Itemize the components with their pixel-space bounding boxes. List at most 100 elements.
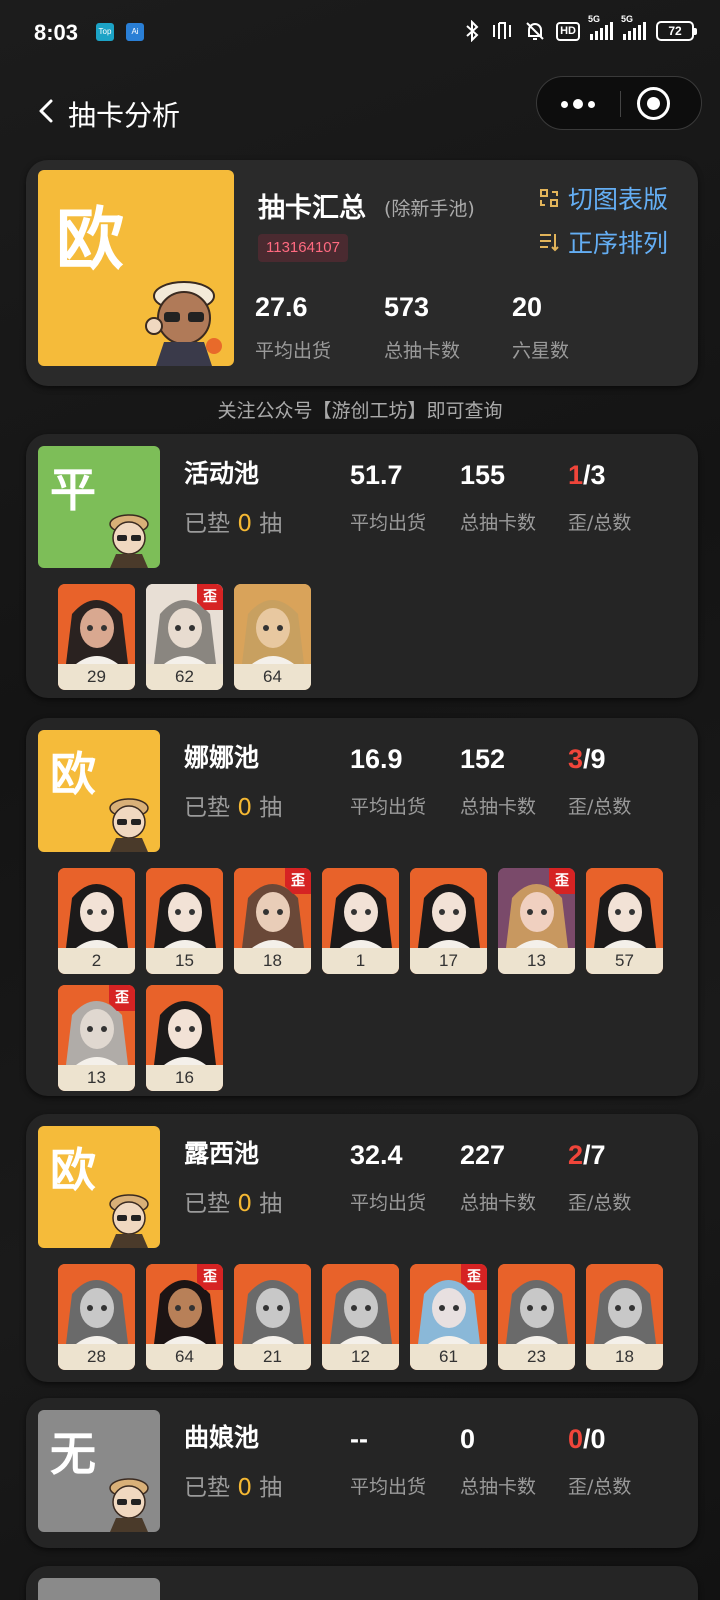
pity-count: 0 xyxy=(237,1475,252,1501)
mute-bell-icon xyxy=(526,22,544,40)
character-card[interactable]: 64 歪 xyxy=(146,1264,223,1370)
pool-loss-count: 0 xyxy=(568,1424,584,1454)
toggle-chart-view-button[interactable]: 切图表版 xyxy=(538,180,668,216)
network-type-label-2: 5G xyxy=(621,14,634,24)
pool-grade-badge: 欧 xyxy=(38,730,160,852)
character-card[interactable]: 18 歪 xyxy=(234,868,311,974)
bluetooth-icon xyxy=(466,20,479,42)
follow-notice: 关注公众号【游创工坊】即可查询 xyxy=(217,400,503,422)
status-time: 8:03 xyxy=(34,20,79,45)
pool-loss-label: 歪/总数 xyxy=(568,1476,632,1498)
character-portrait xyxy=(146,868,223,948)
pool-avg-label: 平均出货 xyxy=(350,1192,427,1214)
character-pull-count: 15 xyxy=(146,948,223,974)
pool-card-next xyxy=(26,1566,698,1600)
pool-grade-badge: 欧 xyxy=(38,1126,160,1248)
chibi-mascot-icon xyxy=(109,1194,149,1248)
pool-card-quniang: 无 曲娘池 已垫 0 抽 -- 平均出货 0 总抽卡数 0/0 歪/总数 xyxy=(26,1398,698,1548)
character-card[interactable]: 2 xyxy=(58,868,135,974)
character-pull-count: 18 xyxy=(234,948,311,974)
loss-badge: 歪 xyxy=(197,1264,223,1290)
app-notification-icon: Top xyxy=(96,23,114,41)
page-title: 抽卡分析 xyxy=(68,99,181,132)
character-card[interactable]: 18 xyxy=(586,1264,663,1370)
nav-bar: 抽卡分析 xyxy=(0,74,720,150)
more-button[interactable] xyxy=(537,77,619,131)
pool-grade-letter: 平 xyxy=(50,463,96,517)
summary-grade-badge: 欧 xyxy=(38,170,234,366)
more-dot-icon xyxy=(588,101,595,108)
character-portrait xyxy=(586,1264,663,1344)
character-pull-count: 1 xyxy=(322,948,399,974)
loss-badge: 歪 xyxy=(109,985,135,1011)
summary-total-label: 总抽卡数 xyxy=(384,340,461,362)
pool-grade-letter: 欧 xyxy=(50,1143,96,1197)
chibi-mascot-icon xyxy=(109,798,149,852)
pool-name: 曲娘池 xyxy=(184,1423,260,1452)
mini-program-capsule xyxy=(536,76,702,130)
pool-total-label: 总抽卡数 xyxy=(460,512,537,534)
pool-avg-label: 平均出货 xyxy=(350,1476,427,1498)
loss-badge: 歪 xyxy=(549,868,575,894)
character-card[interactable]: 21 xyxy=(234,1264,311,1370)
character-card[interactable]: 62 歪 xyxy=(146,584,223,690)
pool-total-value: 152 xyxy=(460,744,506,774)
character-pull-count: 28 xyxy=(58,1344,135,1370)
pity-count: 0 xyxy=(237,795,252,821)
character-pull-count: 18 xyxy=(586,1344,663,1370)
pool-total-label: 总抽卡数 xyxy=(460,1476,537,1498)
pool-card-nana: 欧娜娜池 已垫 0 抽 16.9 平均出货 152 总抽卡数 3/9 歪/总数 2 15 18 歪 1 1… xyxy=(26,718,698,1096)
character-card[interactable]: 1 xyxy=(322,868,399,974)
character-card[interactable]: 16 xyxy=(146,985,223,1091)
pity-prefix: 已垫 xyxy=(184,795,230,821)
pool-card-activity: 平 活动池 已垫 0 抽 51.7 平均出货 155 总抽卡数 1/3 歪/总数 29 62 歪 64 xyxy=(26,434,698,698)
character-card[interactable]: 29 xyxy=(58,584,135,690)
pool-avg-value: 51.7 xyxy=(350,460,403,490)
signal-icon-2: 5G xyxy=(621,14,646,40)
pool-loss-label: 歪/总数 xyxy=(568,796,632,818)
back-arrow-icon[interactable] xyxy=(32,96,62,126)
character-card[interactable]: 28 xyxy=(58,1264,135,1370)
more-dot-icon xyxy=(561,101,568,108)
pool-character-list: 28 64 歪 21 12 61 歪 23 18 xyxy=(58,1264,678,1370)
character-card[interactable]: 17 xyxy=(410,868,487,974)
close-miniprogram-icon[interactable] xyxy=(637,87,670,120)
character-portrait xyxy=(58,1264,135,1344)
chibi-mascot-icon xyxy=(109,1478,149,1532)
app-notification-icon-2: Ai xyxy=(126,23,144,41)
hd-badge: HD xyxy=(556,21,580,41)
sort-order-button[interactable]: 正序排列 xyxy=(538,224,668,260)
pool-grade-badge: 平 xyxy=(38,446,160,568)
pity-prefix: 已垫 xyxy=(184,1475,230,1501)
character-pull-count: 21 xyxy=(234,1344,311,1370)
summary-avg-value: 27.6 xyxy=(255,292,308,322)
pool-pity-text: 已垫 0 抽 xyxy=(184,788,282,822)
pity-prefix: 已垫 xyxy=(184,511,230,537)
network-type-label: 5G xyxy=(588,14,601,24)
character-card[interactable]: 23 xyxy=(498,1264,575,1370)
character-pull-count: 64 xyxy=(234,664,311,690)
character-portrait xyxy=(234,584,311,664)
pool-loss-count: 1 xyxy=(568,460,584,490)
pity-suffix: 抽 xyxy=(259,1475,283,1501)
character-pull-count: 13 xyxy=(498,948,575,974)
pool-total-value: 155 xyxy=(460,460,506,490)
character-card[interactable]: 12 xyxy=(322,1264,399,1370)
character-portrait xyxy=(410,868,487,948)
character-pull-count: 61 xyxy=(410,1344,487,1370)
battery-icon: 72 xyxy=(656,21,697,41)
pool-pity-text: 已垫 0 抽 xyxy=(184,1468,282,1502)
pool-loss-ratio: 2/7 xyxy=(568,1140,606,1171)
character-card[interactable]: 64 xyxy=(234,584,311,690)
summary-avg-label: 平均出货 xyxy=(255,340,332,362)
pool-character-list: 29 62 歪 64 xyxy=(58,584,678,690)
pity-prefix: 已垫 xyxy=(184,1191,230,1217)
character-card[interactable]: 13 歪 xyxy=(498,868,575,974)
character-card[interactable]: 57 xyxy=(586,868,663,974)
character-card[interactable]: 15 xyxy=(146,868,223,974)
character-card[interactable]: 13 歪 xyxy=(58,985,135,1091)
sort-order-label: 正序排列 xyxy=(568,229,669,258)
character-card[interactable]: 61 歪 xyxy=(410,1264,487,1370)
pool-loss-label: 歪/总数 xyxy=(568,512,632,534)
pool-avg-label: 平均出货 xyxy=(350,796,427,818)
